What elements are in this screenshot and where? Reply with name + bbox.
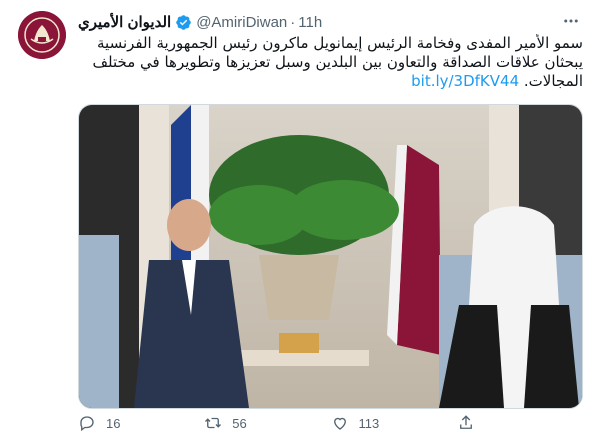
share-icon: [459, 415, 472, 429]
more-dots-icon[interactable]: [560, 10, 582, 32]
tweet-text-line-3-text: المجالات.: [519, 72, 583, 90]
tweet-header: الديوان الأميري @AmiriDiwan · 11h: [78, 12, 560, 32]
like-button[interactable]: 113: [331, 412, 457, 434]
verified-badge-icon: [176, 14, 191, 30]
amiri-diwan-logo: [18, 11, 66, 59]
share-button[interactable]: [457, 412, 583, 434]
tweet-link[interactable]: bit.ly/3DfKV44: [411, 72, 519, 90]
tweet-card[interactable]: الديوان الأميري @AmiriDiwan · 11h سمو ال…: [0, 0, 600, 436]
tweet-actions: 16 56 113: [78, 412, 583, 434]
tweet-text-line-2: يبحثان علاقات الصداقة والتعاون بين البلد…: [92, 53, 583, 71]
reply-button[interactable]: 16: [78, 412, 204, 434]
retweet-icon: [205, 417, 222, 429]
like-count: 113: [358, 415, 380, 431]
display-name[interactable]: الديوان الأميري: [78, 13, 171, 31]
photo-illustration: [79, 105, 582, 408]
separator: ·: [290, 13, 296, 31]
reply-icon: [80, 416, 94, 432]
avatar[interactable]: [18, 11, 66, 59]
retweet-count: 56: [232, 415, 247, 431]
tweet-text-line-3: المجالات. bit.ly/3DfKV44: [78, 72, 583, 91]
handle[interactable]: @AmiriDiwan: [196, 14, 287, 31]
tweet-photo[interactable]: [78, 104, 583, 409]
reply-count: 16: [106, 415, 121, 431]
tweet-text: سمو الأمير المفدى وفخامة الرئيس إيمانويل…: [78, 34, 583, 91]
like-icon: [333, 417, 346, 430]
tweet-text-line-1: سمو الأمير المفدى وفخامة الرئيس إيمانويل…: [97, 34, 583, 52]
retweet-button[interactable]: 56: [204, 412, 330, 434]
timestamp[interactable]: 11h: [298, 14, 322, 31]
